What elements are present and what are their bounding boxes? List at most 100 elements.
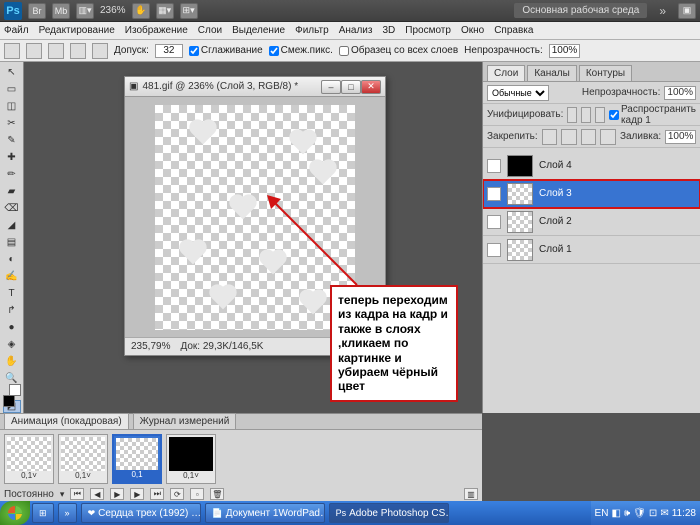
layer-row[interactable]: Слой 4 — [483, 152, 700, 180]
menu-select[interactable]: Выделение — [232, 25, 285, 36]
taskbar-item[interactable]: 📄 Документ 1WordPad… — [205, 503, 325, 523]
text-tool[interactable]: T — [3, 287, 21, 300]
layer-name[interactable]: Слой 1 — [539, 244, 572, 255]
layer-name[interactable]: Слой 2 — [539, 216, 572, 227]
tolerance-input[interactable]: 32 — [155, 44, 183, 58]
blur-tool[interactable]: ▤ — [3, 236, 21, 249]
menu-file[interactable]: Файл — [4, 25, 29, 36]
taskbar-item[interactable]: ❤ Сердца трех (1992) … — [81, 503, 201, 523]
hand-icon[interactable]: ✋ — [132, 3, 150, 19]
bridge-icon[interactable]: Br — [28, 3, 46, 19]
menu-3d[interactable]: 3D — [382, 25, 395, 36]
unify-vis-icon[interactable] — [581, 107, 591, 123]
frame-3[interactable]: 0,1 — [112, 434, 162, 484]
frame-4[interactable]: 0,1˅ — [166, 434, 216, 484]
maximize-button[interactable]: □ — [341, 80, 361, 94]
delete-frame-button[interactable]: 🗑 — [210, 488, 224, 500]
menu-window[interactable]: Окно — [461, 25, 484, 36]
path-tool[interactable]: ↱ — [3, 304, 21, 317]
frame-1[interactable]: 0,1˅ — [4, 434, 54, 484]
blend-mode-select[interactable]: Обычные — [487, 85, 549, 101]
visibility-toggle[interactable] — [487, 215, 501, 229]
last-frame-button[interactable]: ⏭ — [150, 488, 164, 500]
start-button[interactable] — [0, 501, 30, 525]
antialias-checkbox[interactable]: Сглаживание — [189, 45, 263, 56]
frame-2[interactable]: 0,1˅ — [58, 434, 108, 484]
selection-mode-icon[interactable] — [26, 43, 42, 59]
visibility-toggle[interactable] — [487, 159, 501, 173]
tab-animation[interactable]: Анимация (покадровая) — [4, 413, 129, 429]
layer-opacity-input[interactable]: 100% — [664, 86, 696, 100]
clock[interactable]: 11:28 — [672, 508, 696, 519]
arrange-icon[interactable]: ▦▾ — [156, 3, 174, 19]
gradient-tool[interactable]: ◢ — [3, 219, 21, 232]
pen-tool[interactable]: ✍ — [3, 270, 21, 283]
shape-tool[interactable]: ● — [3, 321, 21, 334]
3d-tool[interactable]: ◈ — [3, 338, 21, 351]
propagate-checkbox[interactable]: Распространить кадр 1 — [609, 104, 696, 126]
tray-icon[interactable]: ⊡ — [649, 508, 657, 519]
minimize-button[interactable]: – — [321, 80, 341, 94]
unify-pos-icon[interactable] — [567, 107, 577, 123]
hand-tool[interactable]: ✋ — [3, 355, 21, 368]
stamp-tool[interactable]: ▰ — [3, 185, 21, 198]
quicklaunch-icon[interactable]: ⊞ — [32, 503, 54, 523]
tab-measure-log[interactable]: Журнал измерений — [133, 413, 237, 429]
fill-input[interactable]: 100% — [665, 130, 696, 144]
visibility-toggle[interactable]: 👁 — [487, 187, 501, 201]
menu-analysis[interactable]: Анализ — [339, 25, 373, 36]
first-frame-button[interactable]: ⏮ — [70, 488, 84, 500]
system-tray[interactable]: EN ◧ 🕪 🛡 ⊡ ✉ 11:28 — [591, 501, 700, 525]
tray-icon[interactable]: 🕪 — [624, 508, 630, 519]
layer-thumbnail[interactable] — [507, 239, 533, 261]
layer-row[interactable]: 👁 Слой 3 — [483, 180, 700, 208]
loop-select[interactable]: Постоянно — [4, 489, 54, 500]
lang-indicator[interactable]: EN — [595, 508, 609, 519]
crop-tool[interactable]: ✂ — [3, 117, 21, 130]
marquee-tool[interactable]: ▭ — [3, 83, 21, 96]
layer-row[interactable]: Слой 1 — [483, 236, 700, 264]
status-docinfo[interactable]: Док: 29,3K/146,5K — [180, 341, 263, 352]
menu-layer[interactable]: Слои — [198, 25, 222, 36]
extras-icon[interactable]: ⊞▾ — [180, 3, 198, 19]
canvas[interactable] — [155, 105, 355, 330]
lasso-tool[interactable]: ◫ — [3, 100, 21, 113]
zoom-level[interactable]: 236% — [100, 5, 126, 16]
tab-layers[interactable]: Слои — [487, 65, 525, 81]
selection-sub-icon[interactable] — [70, 43, 86, 59]
layer-name[interactable]: Слой 3 — [539, 188, 572, 199]
document-titlebar[interactable]: ▣ 481.gif @ 236% (Слой 3, RGB/8) * – □ ✕ — [125, 77, 385, 97]
lock-trans-icon[interactable] — [542, 129, 558, 145]
move-tool[interactable]: ↖ — [3, 66, 21, 79]
layer-thumbnail[interactable] — [507, 183, 533, 205]
lock-all-icon[interactable] — [600, 129, 616, 145]
menu-filter[interactable]: Фильтр — [295, 25, 329, 36]
tool-preset-icon[interactable] — [4, 43, 20, 59]
status-zoom[interactable]: 235,79% — [131, 341, 170, 352]
layer-row[interactable]: Слой 2 — [483, 208, 700, 236]
quicklaunch-icon[interactable]: » — [58, 503, 77, 523]
screen-mode-icon[interactable]: ▥▾ — [76, 3, 94, 19]
taskbar-item[interactable]: Ps Adobe Photoshop CS… — [329, 503, 449, 523]
visibility-toggle[interactable] — [487, 243, 501, 257]
dodge-tool[interactable]: ◐ — [3, 253, 21, 266]
workspace-switcher[interactable]: Основная рабочая среда — [514, 3, 647, 18]
eraser-tool[interactable]: ⌫ — [3, 202, 21, 215]
new-frame-button[interactable]: ▫ — [190, 488, 204, 500]
tab-paths[interactable]: Контуры — [579, 65, 632, 81]
selection-int-icon[interactable] — [92, 43, 108, 59]
layer-name[interactable]: Слой 4 — [539, 160, 572, 171]
contiguous-checkbox[interactable]: Смеж.пикс. — [269, 45, 333, 56]
expand-icon[interactable]: » — [653, 4, 672, 18]
unify-style-icon[interactable] — [595, 107, 605, 123]
color-swatch[interactable] — [3, 395, 21, 396]
tray-icon[interactable]: 🛡 — [633, 508, 646, 519]
menu-edit[interactable]: Редактирование — [39, 25, 115, 36]
menu-image[interactable]: Изображение — [125, 25, 188, 36]
eyedropper-tool[interactable]: ✎ — [3, 134, 21, 147]
layer-thumbnail[interactable] — [507, 211, 533, 233]
opacity-input[interactable]: 100% — [549, 44, 581, 58]
lock-pixels-icon[interactable] — [561, 129, 577, 145]
convert-timeline-button[interactable]: ▥ — [464, 488, 478, 500]
minibridge-icon[interactable]: Mb — [52, 3, 70, 19]
